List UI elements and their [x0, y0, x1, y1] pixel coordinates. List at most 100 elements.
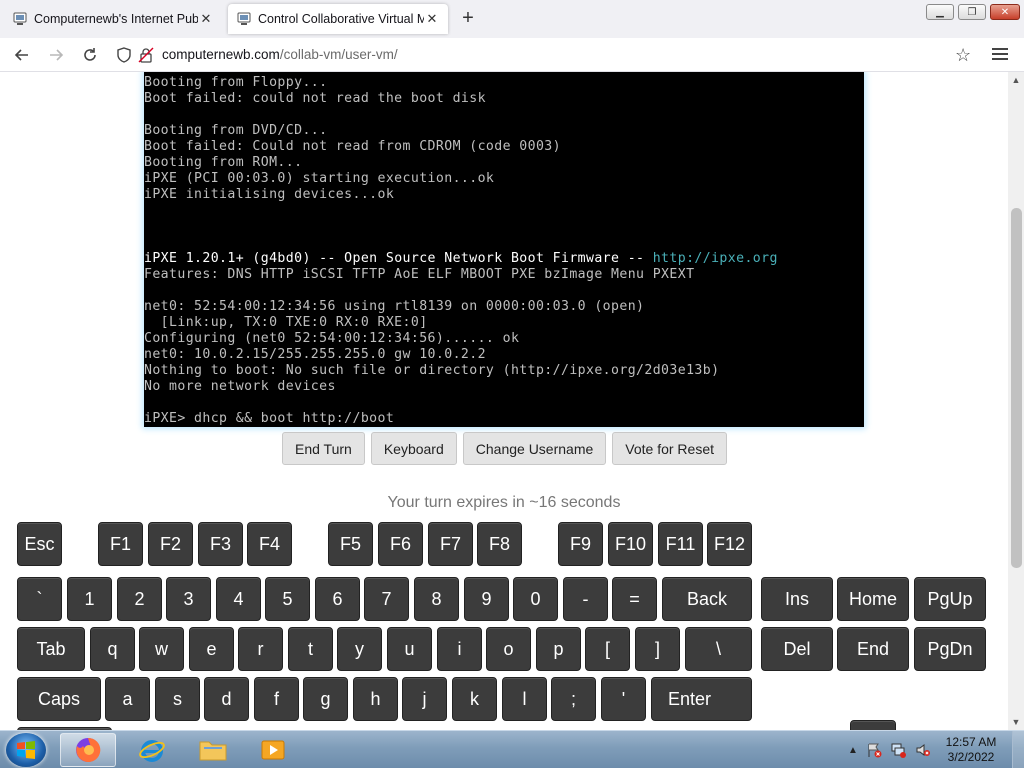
key-8[interactable]: 8 [414, 577, 459, 621]
key-f[interactable]: f [254, 677, 299, 721]
key-w[interactable]: w [139, 627, 184, 671]
key-caps[interactable]: Caps [17, 677, 101, 721]
key-minus[interactable]: - [563, 577, 608, 621]
key-del[interactable]: Del [761, 627, 833, 671]
key-j[interactable]: j [402, 677, 447, 721]
window-maximize-button[interactable]: ❐ [958, 4, 986, 20]
system-clock[interactable]: 12:57 AM 3/2/2022 [936, 735, 1006, 765]
volume-muted-icon[interactable] [915, 742, 931, 758]
key-enter[interactable]: Enter [651, 677, 752, 721]
key-d[interactable]: d [204, 677, 249, 721]
key-end[interactable]: End [837, 627, 909, 671]
key-equals[interactable]: = [612, 577, 657, 621]
vm-control-buttons: End Turn Keyboard Change Username Vote f… [282, 432, 727, 465]
key-s[interactable]: s [155, 677, 200, 721]
key-pgdn[interactable]: PgDn [914, 627, 986, 671]
bookmark-star-icon[interactable]: ☆ [955, 45, 971, 66]
insecure-lock-icon[interactable] [138, 47, 154, 63]
keyboard-button[interactable]: Keyboard [370, 432, 457, 465]
key-t[interactable]: t [288, 627, 333, 671]
window-minimize-button[interactable]: ▁ [926, 4, 954, 20]
key-e[interactable]: e [189, 627, 234, 671]
vote-reset-button[interactable]: Vote for Reset [612, 432, 727, 465]
key-pgup[interactable]: PgUp [914, 577, 986, 621]
key-6[interactable]: 6 [315, 577, 360, 621]
key-l[interactable]: l [502, 677, 547, 721]
key-i[interactable]: i [437, 627, 482, 671]
tab-label: Computernewb's Internet Pub I [34, 12, 198, 26]
key-5[interactable]: 5 [265, 577, 310, 621]
key-p[interactable]: p [536, 627, 581, 671]
close-icon[interactable]: ✕ [424, 11, 440, 27]
key-esc[interactable]: Esc [17, 522, 62, 566]
key-f10[interactable]: F10 [608, 522, 653, 566]
key-o[interactable]: o [486, 627, 531, 671]
taskbar-media-player[interactable] [245, 733, 301, 767]
hamburger-menu-icon[interactable] [992, 46, 1008, 62]
key-0[interactable]: 0 [513, 577, 558, 621]
key-tab[interactable]: Tab [17, 627, 85, 671]
key-f1[interactable]: F1 [98, 522, 143, 566]
key-3[interactable]: 3 [166, 577, 211, 621]
taskbar-internet-explorer[interactable] [124, 733, 180, 767]
key-4[interactable]: 4 [216, 577, 261, 621]
tracking-protection-shield-icon[interactable] [116, 47, 132, 63]
network-icon[interactable] [890, 742, 906, 758]
key-f3[interactable]: F3 [198, 522, 243, 566]
tab-computernewb-pub[interactable]: Computernewb's Internet Pub I ✕ [4, 4, 222, 34]
key-backtick[interactable]: ` [17, 577, 62, 621]
scroll-up-arrow-icon[interactable]: ▲ [1008, 72, 1024, 88]
key-f8[interactable]: F8 [477, 522, 522, 566]
key-arrow-up-partial[interactable] [850, 720, 896, 730]
tab-collab-vm[interactable]: Control Collaborative Virtual M ✕ [228, 4, 448, 34]
tray-expand-icon[interactable]: ▲ [845, 742, 861, 758]
key-f9[interactable]: F9 [558, 522, 603, 566]
key-left-bracket[interactable]: [ [585, 627, 630, 671]
show-desktop-button[interactable] [1012, 731, 1024, 768]
key-f5[interactable]: F5 [328, 522, 373, 566]
key-g[interactable]: g [303, 677, 348, 721]
key-home[interactable]: Home [837, 577, 909, 621]
start-button[interactable] [6, 733, 46, 767]
key-2[interactable]: 2 [117, 577, 162, 621]
action-center-flag-icon[interactable] [866, 742, 882, 758]
window-close-button[interactable]: ✕ [990, 4, 1020, 20]
key-7[interactable]: 7 [364, 577, 409, 621]
reload-button[interactable] [78, 43, 102, 67]
address-bar[interactable]: computernewb.com/collab-vm/user-vm/ [162, 47, 398, 62]
key-a[interactable]: a [105, 677, 150, 721]
scroll-down-arrow-icon[interactable]: ▼ [1008, 714, 1024, 730]
taskbar-firefox[interactable] [60, 733, 116, 767]
key-f12[interactable]: F12 [707, 522, 752, 566]
key-ins[interactable]: Ins [761, 577, 833, 621]
key-r[interactable]: r [238, 627, 283, 671]
key-f2[interactable]: F2 [148, 522, 193, 566]
key-back[interactable]: Back [662, 577, 752, 621]
key-semicolon[interactable]: ; [551, 677, 596, 721]
back-button[interactable] [10, 43, 34, 67]
change-username-button[interactable]: Change Username [462, 432, 607, 465]
key-backslash[interactable]: \ [685, 627, 752, 671]
vm-display[interactable]: Booting from Floppy... Boot failed: could… [144, 72, 864, 427]
end-turn-button[interactable]: End Turn [282, 432, 365, 465]
key-k[interactable]: k [452, 677, 497, 721]
key-f11[interactable]: F11 [658, 522, 703, 566]
key-right-bracket[interactable]: ] [635, 627, 680, 671]
key-f7[interactable]: F7 [428, 522, 473, 566]
taskbar-file-explorer[interactable] [185, 733, 241, 767]
key-q[interactable]: q [90, 627, 135, 671]
vm-console-line [144, 395, 778, 411]
key-9[interactable]: 9 [464, 577, 509, 621]
new-tab-button[interactable]: + [456, 6, 480, 30]
key-f4[interactable]: F4 [247, 522, 292, 566]
scroll-thumb[interactable] [1011, 208, 1022, 568]
close-icon[interactable]: ✕ [198, 11, 214, 27]
key-quote[interactable]: ' [601, 677, 646, 721]
key-1[interactable]: 1 [67, 577, 112, 621]
key-f6[interactable]: F6 [378, 522, 423, 566]
key-h[interactable]: h [353, 677, 398, 721]
page-scrollbar[interactable]: ▲ ▼ [1008, 72, 1024, 730]
key-y[interactable]: y [337, 627, 382, 671]
key-u[interactable]: u [387, 627, 432, 671]
forward-button[interactable] [44, 43, 68, 67]
